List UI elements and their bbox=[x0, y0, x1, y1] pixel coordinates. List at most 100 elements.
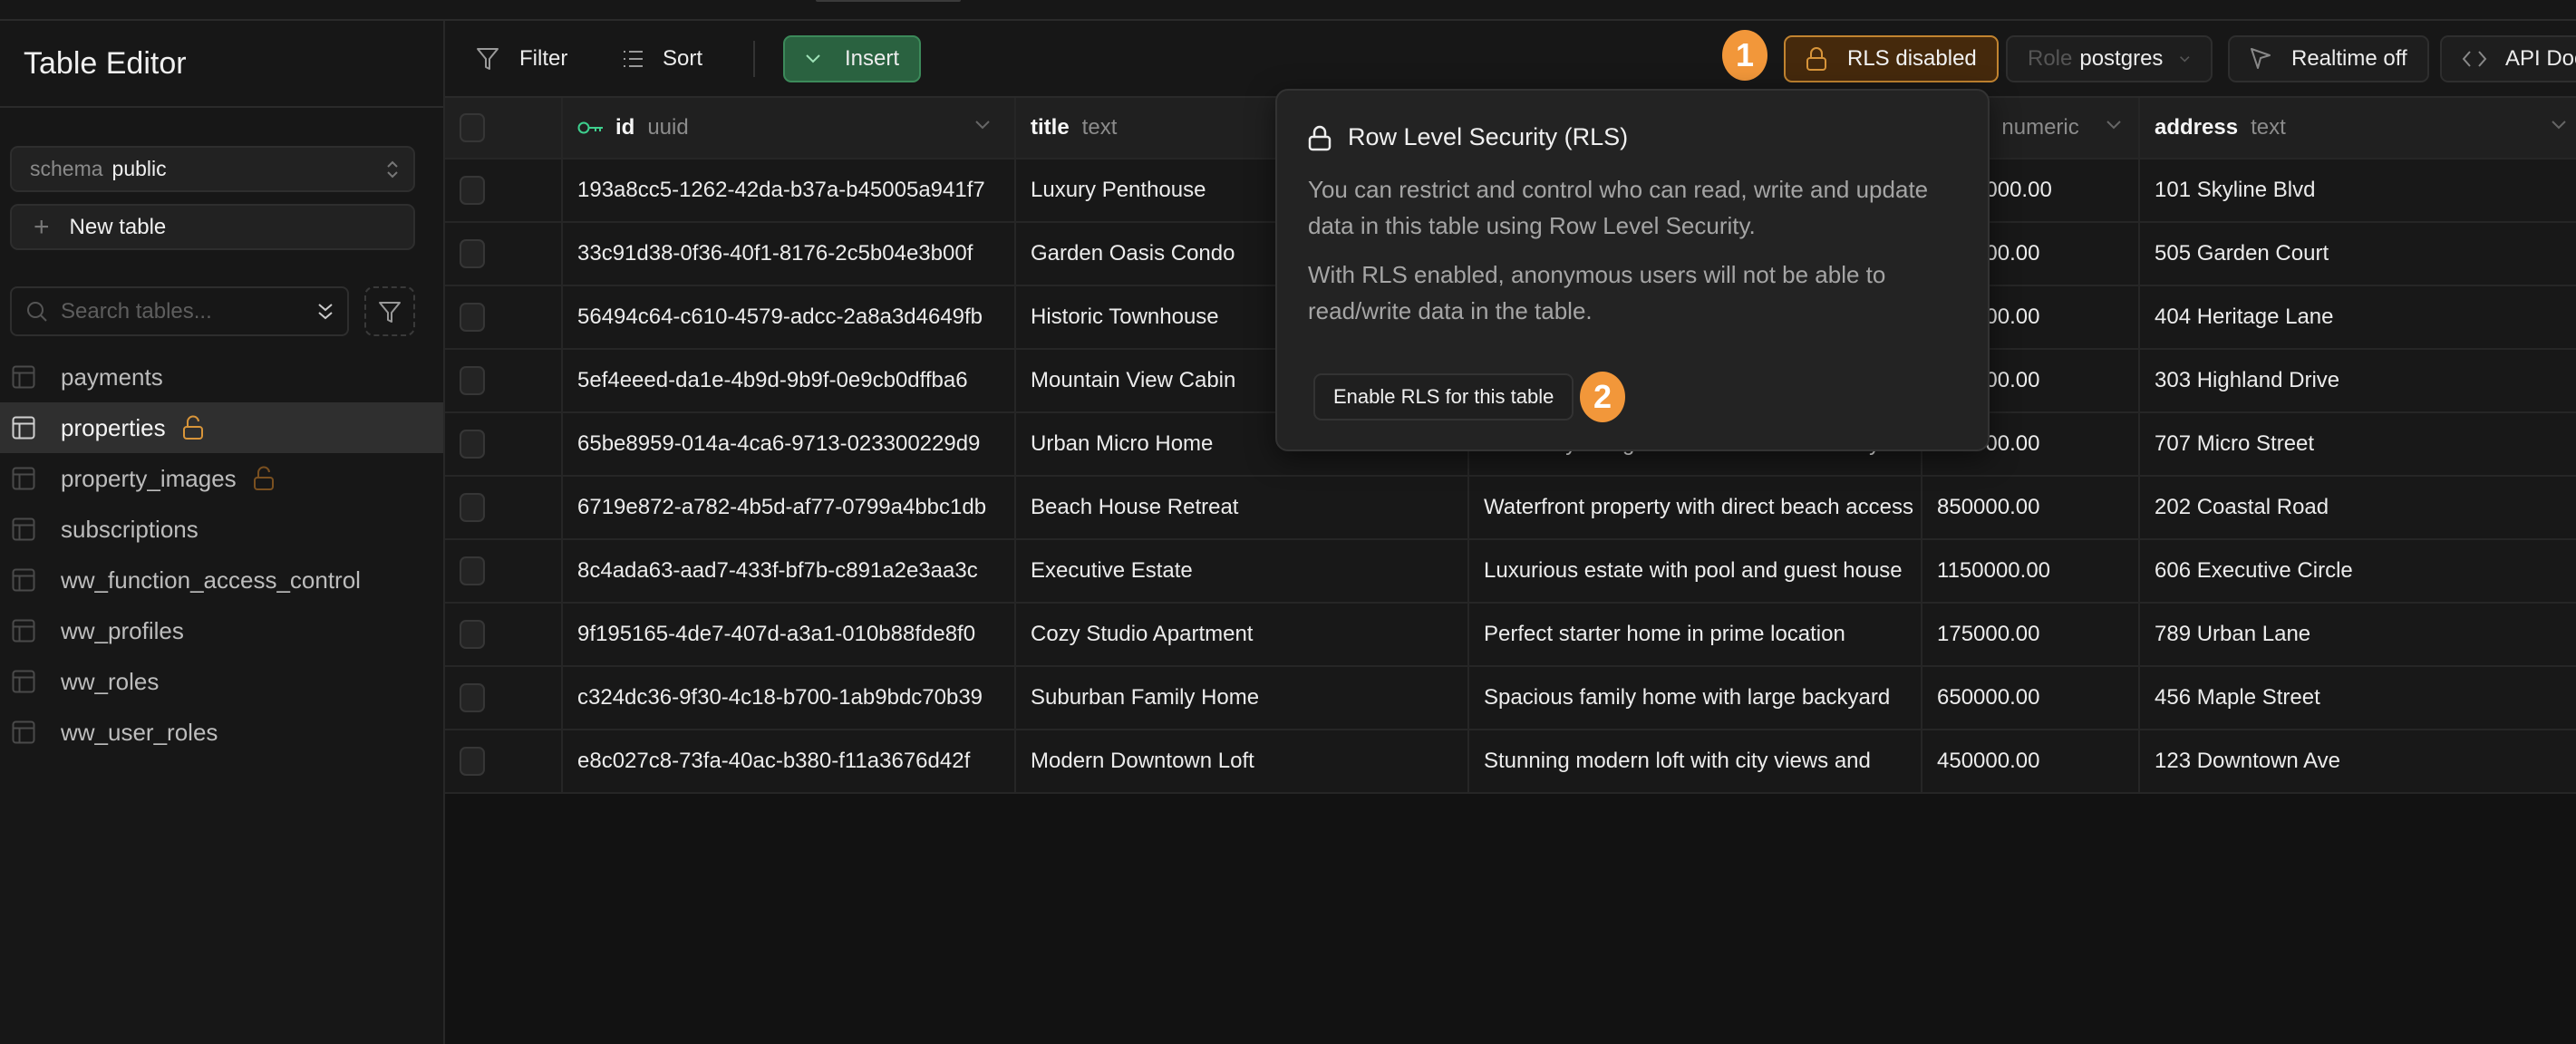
cell-price[interactable]: 450000.00 bbox=[1922, 730, 2140, 792]
api-docs-button[interactable]: API Docs bbox=[2440, 35, 2576, 82]
cell-address[interactable]: 456 Maple Street bbox=[2140, 667, 2576, 729]
cell-id[interactable]: 65be8959-014a-4ca6-9713-023300229d9 bbox=[563, 413, 1016, 475]
cell-address[interactable]: 303 Highland Drive bbox=[2140, 350, 2576, 411]
table-name: property_images bbox=[61, 464, 237, 492]
cell-id[interactable]: 193a8cc5-1262-42da-b37a-b45005a941f7 bbox=[563, 160, 1016, 221]
cell-price[interactable]: 650000.00 bbox=[1922, 667, 2140, 729]
row-select-cell bbox=[445, 160, 563, 221]
filter-tables-button[interactable] bbox=[364, 286, 415, 336]
chevron-down-icon[interactable] bbox=[974, 120, 991, 130]
table-icon bbox=[12, 720, 35, 744]
cell-address[interactable]: 707 Micro Street bbox=[2140, 413, 2576, 475]
cell-address[interactable]: 789 Urban Lane bbox=[2140, 604, 2576, 665]
row-checkbox[interactable] bbox=[460, 556, 485, 585]
toolbar-divider bbox=[753, 41, 755, 77]
cell-id[interactable]: e8c027c8-73fa-40ac-b380-f11a3676d42f bbox=[563, 730, 1016, 792]
row-checkbox[interactable] bbox=[460, 620, 485, 649]
popover-paragraph-1: You can restrict and control who can rea… bbox=[1308, 176, 1929, 239]
lock-icon bbox=[1806, 47, 1826, 71]
cell-title[interactable]: Beach House Retreat bbox=[1016, 477, 1469, 538]
chevron-down-icon bbox=[2180, 56, 2190, 63]
cell-title[interactable]: Modern Downtown Loft bbox=[1016, 730, 1469, 792]
cell-description[interactable]: Stunning modern loft with city views and bbox=[1469, 730, 1922, 792]
realtime-label: Realtime off bbox=[2291, 46, 2407, 71]
filter-icon bbox=[477, 48, 499, 70]
enable-rls-button[interactable]: Enable RLS for this table bbox=[1313, 373, 1574, 420]
schema-select[interactable]: schema public bbox=[10, 146, 415, 192]
new-table-button[interactable]: + New table bbox=[10, 204, 415, 250]
role-select[interactable]: Role postgres bbox=[2006, 35, 2213, 82]
row-checkbox[interactable] bbox=[460, 493, 485, 522]
table-icon bbox=[12, 670, 35, 693]
column-header-id[interactable]: id uuid bbox=[563, 98, 1016, 158]
sidebar-table-item[interactable]: ww_profiles bbox=[0, 605, 443, 656]
chevron-down-icon[interactable] bbox=[2551, 120, 2567, 130]
cell-description[interactable]: Spacious family home with large backyard bbox=[1469, 667, 1922, 729]
grid-empty-area bbox=[445, 794, 2576, 1044]
page-title: Table Editor bbox=[24, 45, 187, 81]
row-select-cell bbox=[445, 540, 563, 602]
sidebar-table-item[interactable]: ww_function_access_control bbox=[0, 555, 443, 605]
cell-description[interactable]: Luxurious estate with pool and guest hou… bbox=[1469, 540, 1922, 602]
table-name: ww_user_roles bbox=[61, 718, 218, 746]
plus-icon: + bbox=[34, 211, 50, 242]
row-checkbox[interactable] bbox=[460, 747, 485, 776]
rls-disabled-button[interactable]: RLS disabled bbox=[1784, 35, 1999, 82]
row-checkbox[interactable] bbox=[460, 303, 485, 332]
row-select-cell bbox=[445, 223, 563, 285]
row-checkbox[interactable] bbox=[460, 430, 485, 459]
step-badge-1: 1 bbox=[1722, 30, 1767, 81]
row-checkbox[interactable] bbox=[460, 366, 485, 395]
row-select-cell bbox=[445, 477, 563, 538]
top-tab-indicator bbox=[816, 0, 961, 2]
row-select-cell bbox=[445, 730, 563, 792]
cell-address[interactable]: 101 Skyline Blvd bbox=[2140, 160, 2576, 221]
select-all-cell bbox=[445, 98, 563, 158]
filter-button[interactable]: Filter bbox=[476, 35, 567, 82]
row-checkbox[interactable] bbox=[460, 176, 485, 205]
cell-address[interactable]: 123 Downtown Ave bbox=[2140, 730, 2576, 792]
cell-id[interactable]: c324dc36-9f30-4c18-b700-1ab9bdc70b39 bbox=[563, 667, 1016, 729]
realtime-button[interactable]: Realtime off bbox=[2228, 35, 2429, 82]
cell-address[interactable]: 202 Coastal Road bbox=[2140, 477, 2576, 538]
select-all-checkbox[interactable] bbox=[460, 113, 485, 142]
cell-id[interactable]: 9f195165-4de7-407d-a3a1-010b88fde8f0 bbox=[563, 604, 1016, 665]
cell-address[interactable]: 505 Garden Court bbox=[2140, 223, 2576, 285]
row-select-cell bbox=[445, 413, 563, 475]
cell-price[interactable]: 175000.00 bbox=[1922, 604, 2140, 665]
cell-id[interactable]: 6719e872-a782-4b5d-af77-0799a4bbc1db bbox=[563, 477, 1016, 538]
cell-id[interactable]: 5ef4eeed-da1e-4b9d-9b9f-0e9cb0dffba6 bbox=[563, 350, 1016, 411]
sidebar-table-item[interactable]: payments bbox=[0, 352, 443, 402]
cell-description[interactable]: Waterfront property with direct beach ac… bbox=[1469, 477, 1922, 538]
cell-id[interactable]: 33c91d38-0f36-40f1-8176-2c5b04e3b00f bbox=[563, 223, 1016, 285]
cell-price[interactable]: 850000.00 bbox=[1922, 477, 2140, 538]
insert-button[interactable]: Insert bbox=[783, 35, 922, 82]
cell-title[interactable]: Executive Estate bbox=[1016, 540, 1469, 602]
sort-button[interactable]: Sort bbox=[623, 35, 702, 82]
row-checkbox[interactable] bbox=[460, 683, 485, 712]
column-header-address[interactable]: address text bbox=[2140, 98, 2576, 158]
table-row: 8c4ada63-aad7-433f-bf7b-c891a2e3aa3c Exec… bbox=[445, 540, 2576, 604]
search-tables-input[interactable] bbox=[61, 298, 296, 324]
sidebar-table-item[interactable]: properties bbox=[0, 402, 443, 453]
cell-address[interactable]: 606 Executive Circle bbox=[2140, 540, 2576, 602]
cell-title[interactable]: Cozy Studio Apartment bbox=[1016, 604, 1469, 665]
search-tables-field[interactable] bbox=[10, 286, 349, 336]
sidebar-table-item[interactable]: ww_roles bbox=[0, 656, 443, 707]
rls-label: RLS disabled bbox=[1847, 46, 1977, 71]
cell-id[interactable]: 8c4ada63-aad7-433f-bf7b-c891a2e3aa3c bbox=[563, 540, 1016, 602]
column-name: address bbox=[2155, 115, 2239, 140]
chevron-down-icon[interactable] bbox=[2106, 120, 2122, 130]
cell-description[interactable]: Perfect starter home in prime location bbox=[1469, 604, 1922, 665]
sidebar-table-item[interactable]: ww_user_roles bbox=[0, 707, 443, 758]
sidebar-table-item[interactable]: subscriptions bbox=[0, 504, 443, 555]
sidebar-table-item[interactable]: property_images bbox=[0, 453, 443, 504]
cell-price[interactable]: 1150000.00 bbox=[1922, 540, 2140, 602]
sort-list-icon bbox=[624, 51, 643, 67]
cell-id[interactable]: 56494c64-c610-4579-adcc-2a8a3d4649fb bbox=[563, 286, 1016, 348]
row-checkbox[interactable] bbox=[460, 239, 485, 268]
cell-title[interactable]: Suburban Family Home bbox=[1016, 667, 1469, 729]
chevrons-down-icon bbox=[318, 304, 333, 320]
column-type: numeric bbox=[2001, 115, 2079, 140]
cell-address[interactable]: 404 Heritage Lane bbox=[2140, 286, 2576, 348]
